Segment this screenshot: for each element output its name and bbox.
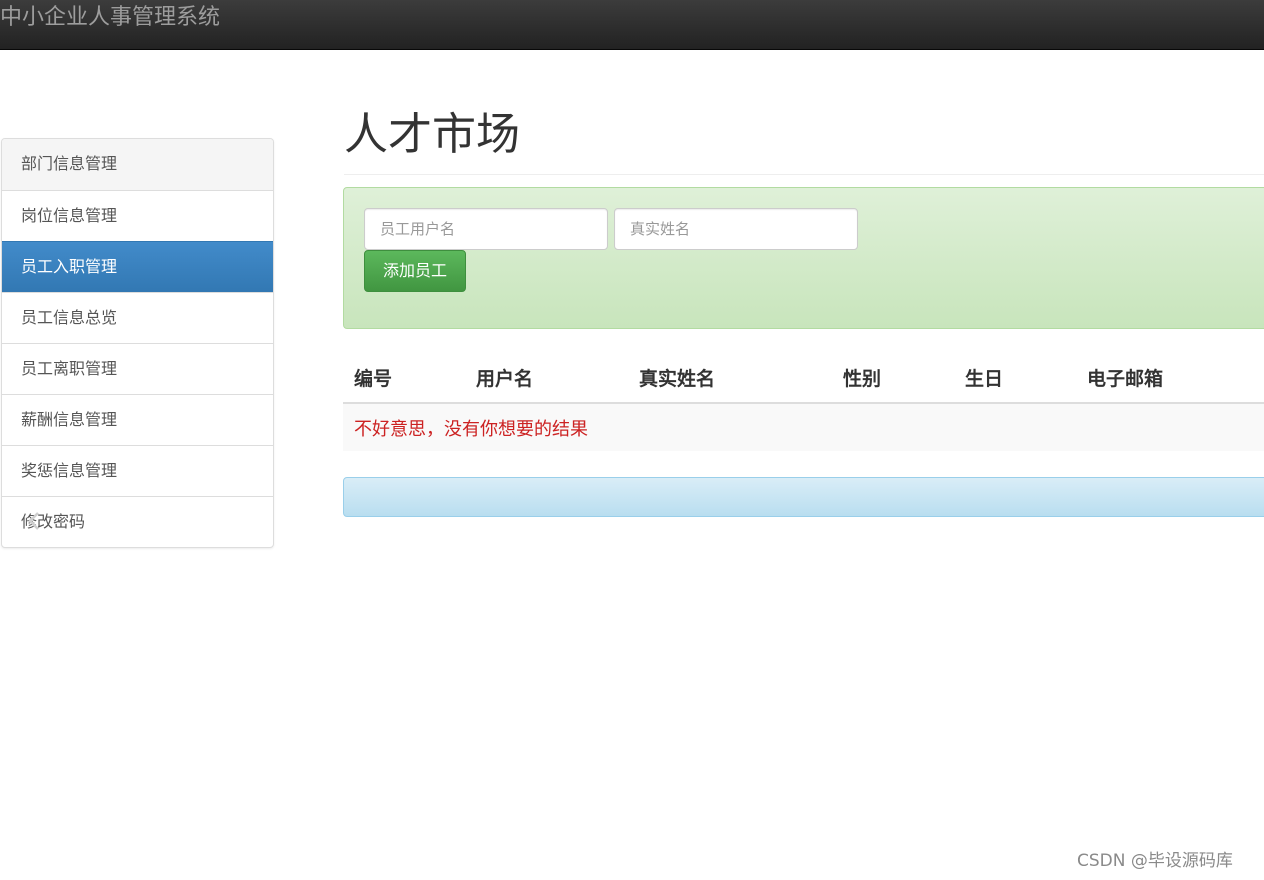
- sidebar-item-label: 员工信息总览: [21, 308, 118, 327]
- title-divider: [344, 174, 1264, 175]
- app-brand-title[interactable]: 中小企业人事管理系统: [0, 4, 220, 32]
- table-header-row: 编号 用户名 真实姓名 性别 生日 电子邮箱: [343, 353, 1264, 404]
- add-employee-button[interactable]: 添加员工: [364, 250, 466, 292]
- realname-search-input[interactable]: [614, 208, 858, 250]
- sidebar-item-change-password[interactable]: 修改密码: [2, 496, 273, 547]
- sidebar-item-label: 奖惩信息管理: [21, 461, 118, 480]
- sidebar-item-label: 岗位信息管理: [21, 206, 118, 225]
- watermark-text: CSDN @毕设源码库: [1077, 851, 1233, 871]
- column-header-birthday[interactable]: 生日: [954, 353, 1076, 404]
- sidebar-item-resignation[interactable]: 员工离职管理: [2, 343, 273, 394]
- sidebar-item-rewards[interactable]: 奖惩信息管理: [2, 445, 273, 496]
- sidebar-item-department[interactable]: 部门信息管理: [2, 139, 273, 190]
- chevron-left-icon: [28, 512, 39, 530]
- employee-table: 编号 用户名 真实姓名 性别 生日 电子邮箱 不好意思，没有你想要的结果: [343, 353, 1264, 451]
- empty-result-message: 不好意思，没有你想要的结果: [343, 403, 1264, 451]
- sidebar-item-onboarding[interactable]: 员工入职管理: [2, 241, 273, 292]
- sidebar-item-salary[interactable]: 薪酬信息管理: [2, 394, 273, 445]
- search-panel: 添加员工: [343, 187, 1264, 329]
- column-header-gender[interactable]: 性别: [832, 353, 954, 404]
- table-row: 不好意思，没有你想要的结果: [343, 403, 1264, 451]
- top-navbar: 中小企业人事管理系统: [0, 0, 1264, 50]
- column-header-email[interactable]: 电子邮箱: [1076, 353, 1264, 404]
- column-header-realname[interactable]: 真实姓名: [628, 353, 832, 404]
- sidebar-item-employee-overview[interactable]: 员工信息总览: [2, 292, 273, 343]
- column-header-id[interactable]: 编号: [343, 353, 465, 404]
- column-header-username[interactable]: 用户名: [465, 353, 628, 404]
- username-search-input[interactable]: [364, 208, 608, 250]
- sidebar-item-position[interactable]: 岗位信息管理: [2, 190, 273, 241]
- sidebar-item-label: 员工离职管理: [21, 359, 118, 378]
- sidebar-item-label: 员工入职管理: [21, 257, 118, 276]
- pagination-info-bar: [343, 477, 1264, 517]
- sidebar-item-label: 部门信息管理: [21, 154, 118, 173]
- page-title: 人才市场: [344, 109, 520, 160]
- sidebar-item-label: 薪酬信息管理: [21, 410, 118, 429]
- sidebar-menu: 部门信息管理 岗位信息管理 员工入职管理 员工信息总览 员工离职管理 薪酬信息管…: [1, 138, 274, 548]
